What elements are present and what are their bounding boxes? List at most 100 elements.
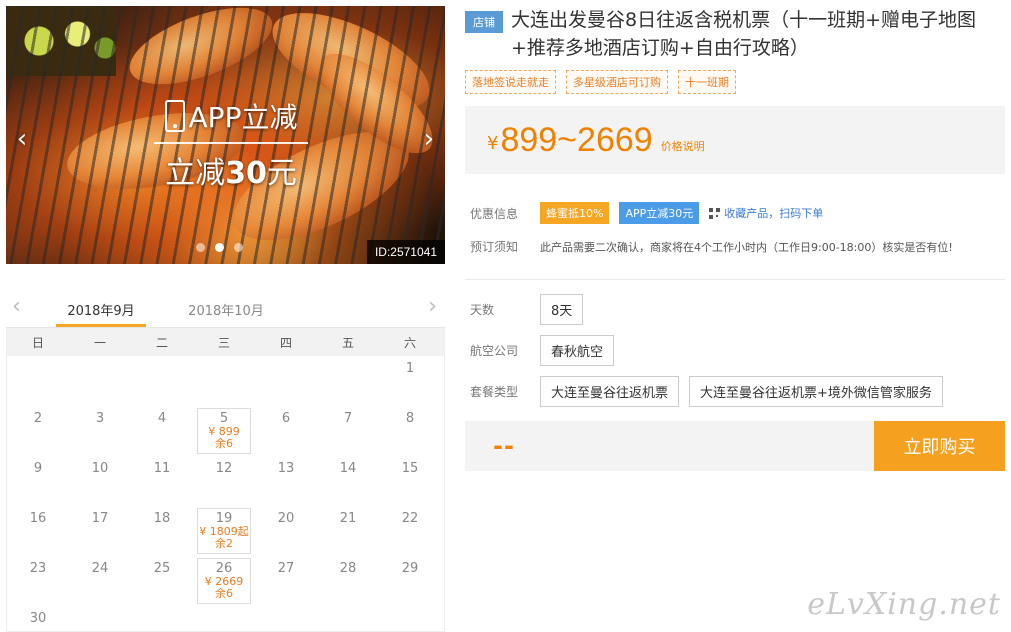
calendar-day: 14 [317,456,379,506]
promo-line2: 立减30元 [146,148,316,192]
honey-discount-badge: 蜂蜜抵10% [540,202,610,224]
carousel-dot[interactable] [196,243,205,252]
calendar-day-number: 16 [29,511,47,526]
calendar-day-number: 22 [401,511,419,526]
month-tab-sep[interactable]: 2018年9月 [56,300,146,319]
calendar-day-number: 14 [339,461,357,476]
calendar-day-number: 13 [277,461,295,476]
section-divider [465,279,1005,280]
calendar-day-empty [131,356,193,406]
weekday-header: 日 一 二 三 四 五 六 [6,328,445,356]
product-title: 大连出发曼谷8日往返含税机票（十一班期+赠电子地图+推荐多地酒店订购+自由行攻略… [511,9,977,59]
shop-tag[interactable]: 店铺 [465,11,503,33]
calendar-body: 1 2 3 4 5 ¥ 899 余6 6 7 8 9 10 11 12 13 14 15 16 17 18 19 ¥ 18… [6,356,445,632]
calendar-day-number: 29 [401,561,419,576]
calendar-header: ‹ 2018年9月 2018年10月 › [6,290,445,328]
calendar-day: 7 [317,406,379,456]
qr-order-link[interactable]: 收藏产品，扫码下单 [709,205,823,221]
calendar-day-number: 27 [277,561,295,576]
calendar-day-empty [255,356,317,406]
feature-tag: 多星级酒店可订购 [566,70,668,94]
qr-code-icon [709,207,721,219]
calendar-day-number [255,356,317,361]
airline-option[interactable]: 春秋航空 [540,335,615,366]
weekday-label: 一 [93,335,106,350]
carousel-dot-active[interactable] [215,243,224,252]
phone-icon [164,100,185,132]
calendar-day-number: 6 [281,411,291,426]
weekday-label: 四 [279,335,292,350]
calendar-day-number: 26 [215,561,233,576]
carousel-dot[interactable] [234,243,243,252]
calendar-day-number: 24 [91,561,109,576]
calendar-day-remaining: 余6 [215,437,233,450]
package-label: 套餐类型 [470,385,519,399]
calendar-day-number: 8 [405,411,415,426]
calendar-day-number: 20 [277,511,295,526]
calendar-day: 17 [69,506,131,556]
chevron-left-icon[interactable]: ‹ [12,294,21,319]
calendar-day-number: 10 [91,461,109,476]
calendar-day: 13 [255,456,317,506]
calendar-day-number: 19 [215,511,233,526]
month-tab-oct[interactable]: 2018年10月 [181,300,271,319]
calendar-day: 3 [69,406,131,456]
calendar-day: 2 [7,406,69,456]
currency-symbol: ¥ [487,132,499,154]
calendar-day: 28 [317,556,379,606]
calendar-day-empty [69,356,131,406]
calendar-day: 12 [193,456,255,506]
calendar-day-number [7,356,69,361]
calendar-day-number: 21 [339,511,357,526]
calendar-day-empty [317,356,379,406]
app-discount-badge: APP立减30元 [619,202,700,224]
discount-label: 优惠信息 [470,206,519,221]
weekday-label: 六 [403,335,416,350]
calendar-day: 29 [379,556,441,606]
package-option-flight-wechat[interactable]: 大连至曼谷往返机票+境外微信管家服务 [689,376,943,407]
calendar-day-empty [193,356,255,406]
promo-line2-suffix: 元 [266,156,297,191]
qr-link-text: 收藏产品，扫码下单 [724,207,824,220]
buy-now-button[interactable]: 立即购买 [874,421,1005,471]
weekday-label: 三 [217,335,230,350]
calendar-day-remaining: 余2 [215,537,233,550]
days-option[interactable]: 8天 [540,294,584,325]
package-option-flight[interactable]: 大连至曼谷往返机票 [540,376,680,407]
calendar-grid: 1 2 3 4 5 ¥ 899 余6 6 7 8 9 10 11 12 13 14 15 16 17 18 19 ¥ 18… [7,356,444,632]
calendar-day: 27 [255,556,317,606]
chevron-right-icon[interactable]: › [419,124,439,154]
discount-row: 优惠信息 蜂蜜抵10% APP立减30元 收藏产品，扫码下单 [465,202,1005,224]
app-discount-promo: APP立减 立减30元 [146,96,316,192]
calendar-day-available[interactable]: 26 ¥ 2669 余6 [197,558,251,604]
calendar-day: 11 [131,456,193,506]
chevron-left-icon[interactable]: ‹ [12,124,32,154]
feature-tag: 落地签说走就走 [465,70,556,94]
price-note-link[interactable]: 价格说明 [661,138,705,154]
airline-label: 航空公司 [470,344,519,358]
calendar-day-number: 2 [33,411,43,426]
calendar-day-number: 9 [33,461,43,476]
calendar-day: 10 [69,456,131,506]
calendar-day: 9 [7,456,69,506]
weekday-label: 五 [341,335,354,350]
chevron-right-icon[interactable]: › [428,294,437,319]
calendar-day: 1 [379,356,441,406]
calendar-day-available[interactable]: 5 ¥ 899 余6 [197,408,251,454]
calendar-day: 30 [7,606,69,632]
promo-line2-prefix: 立减 [165,156,226,191]
calendar-day-available[interactable]: 19 ¥ 1809起 余2 [197,508,251,554]
product-info-panel: 店铺 大连出发曼谷8日往返含税机票（十一班期+赠电子地图+推荐多地酒店订购+自由… [465,6,1005,471]
promo-line1: APP立减 [188,101,298,134]
calendar-day-number [69,356,131,361]
product-image-carousel[interactable]: APP立减 立减30元 ‹ › ID:2571041 [6,6,445,264]
feature-tag: 十一班期 [678,70,736,94]
calendar-day-number: 4 [157,411,167,426]
title-row: 店铺 大连出发曼谷8日往返含税机票（十一班期+赠电子地图+推荐多地酒店订购+自由… [465,6,1005,62]
calendar-day: 24 [69,556,131,606]
calendar-day-number [131,356,193,361]
calendar-day-number [193,356,255,361]
calendar-day-number: 18 [153,511,171,526]
calendar-day: 22 [379,506,441,556]
days-row: 天数 8天 [465,294,1005,325]
